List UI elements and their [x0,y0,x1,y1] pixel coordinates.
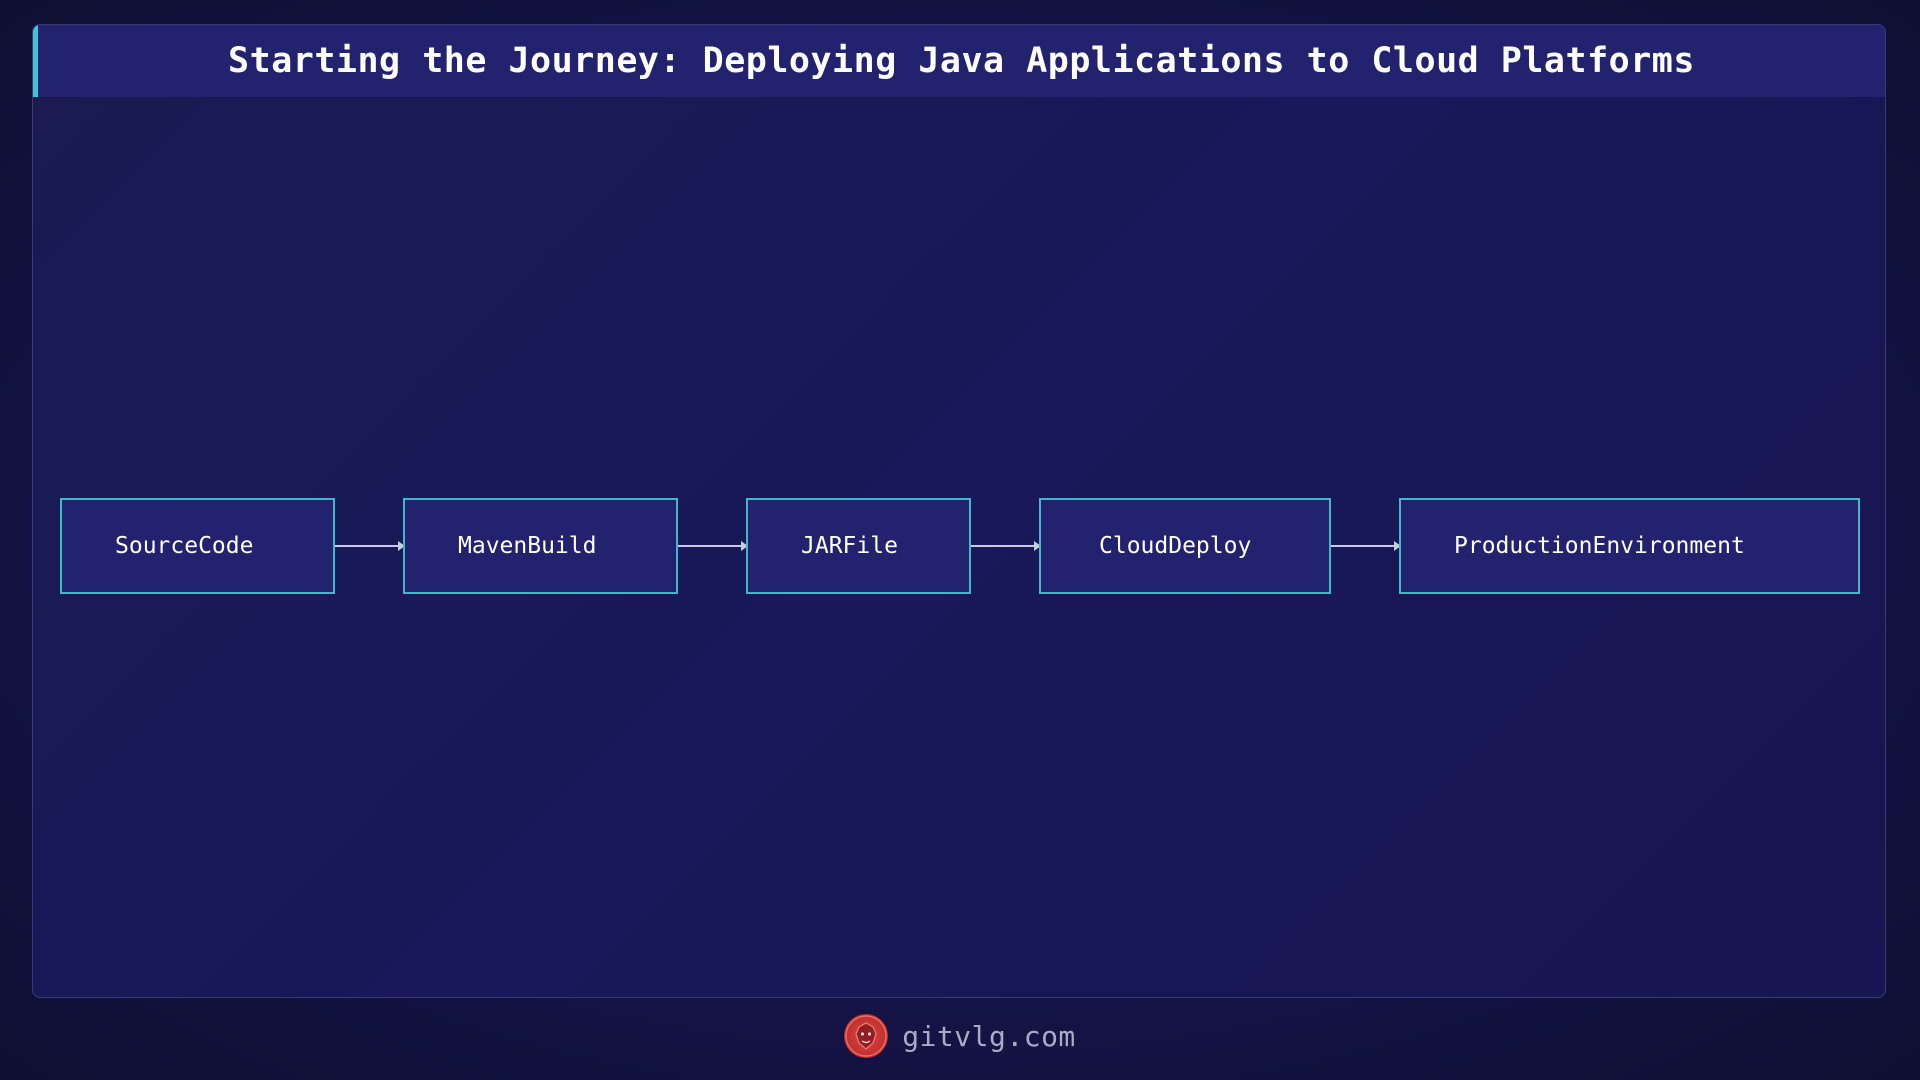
arrow-jar-to-cloud [971,541,1041,551]
node-label: SourceCode [115,533,254,559]
node-jar-file: JARFile [746,498,971,594]
node-label: CloudDeploy [1099,533,1252,559]
footer: gitvlg.com [0,1010,1920,1062]
node-maven-build: MavenBuild [403,498,678,594]
lion-logo-icon [844,1014,889,1058]
footer-site[interactable]: gitvlg.com [902,1020,1076,1053]
node-source-code: SourceCode [60,498,335,594]
arrow-cloud-to-production [1331,541,1401,551]
node-label: JARFile [801,533,898,559]
node-cloud-deploy: CloudDeploy [1039,498,1331,594]
flow-diagram: SourceCode MavenBuild JARFile CloudDeplo… [0,0,1920,1080]
node-label: ProductionEnvironment [1454,533,1745,559]
node-label: MavenBuild [458,533,597,559]
arrow-source-to-maven [335,541,405,551]
node-production-environment: ProductionEnvironment [1399,498,1860,594]
arrow-maven-to-jar [678,541,748,551]
